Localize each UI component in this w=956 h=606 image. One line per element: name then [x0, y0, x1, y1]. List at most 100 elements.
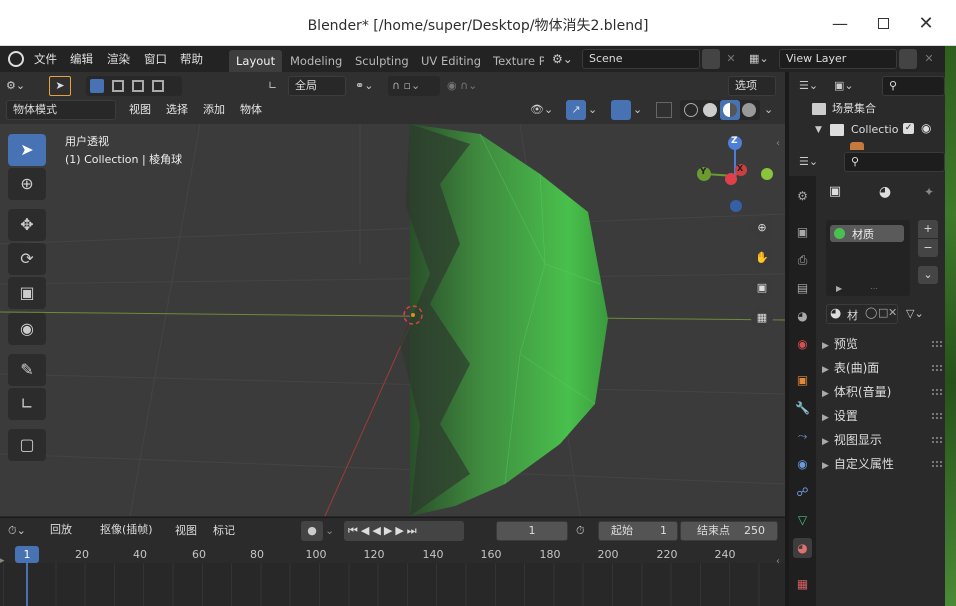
- menu-add[interactable]: 添加: [198, 100, 230, 120]
- scene-icon[interactable]: ⚙⌄: [552, 49, 578, 69]
- collection-checkbox[interactable]: ✓: [903, 123, 914, 134]
- tab-modeling[interactable]: Modeling: [283, 50, 349, 72]
- scene-remove-icon[interactable]: ✕: [722, 49, 740, 69]
- texture-tab-icon[interactable]: ▦: [793, 574, 812, 594]
- cursor-tool-icon[interactable]: ⊕: [8, 168, 46, 200]
- shading-dropdown-icon[interactable]: ⌄: [764, 100, 776, 120]
- maximize-icon[interactable]: [871, 12, 895, 36]
- material-datablock-field[interactable]: ◕ 材 ◯ □ ✕: [826, 304, 898, 324]
- rendered-shading-icon[interactable]: [742, 103, 756, 117]
- collection-visibility-icon[interactable]: ◉: [921, 121, 931, 135]
- zoom-icon[interactable]: ⊕: [751, 217, 773, 239]
- object-mode-dropdown[interactable]: 物体模式: [6, 100, 116, 120]
- play-reverse-icon[interactable]: ◀: [372, 524, 383, 537]
- start-frame-field[interactable]: 起始 1: [598, 521, 678, 541]
- annotate-tool-icon[interactable]: ✎: [8, 354, 46, 386]
- properties-search-input[interactable]: ⚲: [844, 152, 945, 172]
- timeline-view-menu[interactable]: 视图: [175, 521, 197, 541]
- panel-volume[interactable]: ▶ 体积(音量): [822, 381, 944, 403]
- gizmo-toggle-icon[interactable]: ↗: [566, 100, 586, 120]
- transform-orientation-dropdown[interactable]: 全局: [288, 76, 346, 96]
- close-icon[interactable]: ✕: [914, 12, 938, 36]
- timeline-left-arrow-icon[interactable]: ▸: [0, 556, 5, 566]
- gizmo-dropdown-icon[interactable]: ⌄: [588, 100, 600, 120]
- transform-tool-icon[interactable]: ◉: [8, 313, 46, 345]
- move-tool-icon[interactable]: ✥: [8, 209, 46, 241]
- sidebar-toggle-icon[interactable]: ‹: [776, 138, 780, 149]
- properties-editor-icon[interactable]: ☰⌄: [799, 152, 827, 172]
- playback-dropdown[interactable]: 回放: [44, 521, 90, 541]
- 3d-viewport[interactable]: 用户透视 (1) Collection | 棱角球 Z Y X ⊕ ✋ ▣ ▦ …: [0, 124, 785, 516]
- constraints-tab-icon[interactable]: ☍: [793, 482, 812, 502]
- data-tab-icon[interactable]: ▽: [793, 510, 812, 530]
- timeline-body[interactable]: [0, 563, 785, 606]
- fake-user-icon[interactable]: ◯: [865, 306, 877, 319]
- navigation-gizmo[interactable]: Z Y X: [695, 134, 775, 214]
- panel-preview[interactable]: ▶ 预览: [822, 333, 944, 355]
- render-tab-icon[interactable]: ▣: [793, 222, 812, 242]
- menu-view[interactable]: 视图: [124, 100, 156, 120]
- play-icon[interactable]: ▶: [384, 524, 395, 537]
- keying-dropdown[interactable]: 抠像(插帧): [94, 521, 166, 541]
- slot-specials-button[interactable]: ⌄: [918, 266, 938, 284]
- tab-uv-editing[interactable]: UV Editing: [414, 50, 488, 72]
- object-context-icon[interactable]: ▣: [826, 183, 844, 201]
- timeline-editor-icon[interactable]: ⏱⌄: [8, 521, 38, 541]
- panel-surface[interactable]: ▶ 表(曲)面: [822, 357, 944, 379]
- add-slot-button[interactable]: +: [918, 220, 938, 238]
- panel-settings[interactable]: ▶ 设置: [822, 405, 944, 427]
- panel-viewport-display[interactable]: ▶ 视图显示: [822, 429, 944, 451]
- view-layer-icon[interactable]: ▦⌄: [749, 49, 777, 69]
- scale-tool-icon[interactable]: ▣: [8, 277, 46, 309]
- select-box-tool-icon[interactable]: ➤: [8, 134, 46, 166]
- ortho-grid-icon[interactable]: ▦: [751, 307, 773, 329]
- add-cube-tool-icon[interactable]: ▢: [8, 429, 46, 461]
- tab-texture-paint[interactable]: Texture Pa: [486, 50, 544, 72]
- material-slot-item[interactable]: 材质: [830, 225, 904, 242]
- preview-range-icon[interactable]: ⏱: [576, 521, 596, 541]
- jump-end-icon[interactable]: ⏭: [407, 524, 420, 537]
- scene-tab-icon[interactable]: ◕: [793, 306, 812, 326]
- material-shading-icon[interactable]: [720, 100, 740, 120]
- menu-object[interactable]: 物体: [235, 100, 267, 120]
- menu-file[interactable]: 文件: [34, 46, 57, 72]
- timeline-marker-menu[interactable]: 标记: [213, 521, 235, 541]
- outliner-editor-icon[interactable]: ☰⌄: [799, 76, 827, 96]
- physics-tab-icon[interactable]: ◉: [793, 454, 812, 474]
- display-mode-icon[interactable]: ▣⌄: [834, 76, 864, 96]
- select-subtract-icon[interactable]: [132, 80, 144, 92]
- record-dropdown-icon[interactable]: ⌄: [325, 521, 337, 541]
- jump-start-icon[interactable]: ⏮: [348, 524, 361, 537]
- menu-help[interactable]: 帮助: [180, 46, 203, 72]
- panel-custom-properties[interactable]: ▶ 自定义属性: [822, 453, 944, 475]
- xray-icon[interactable]: [656, 102, 672, 118]
- tab-sculpting[interactable]: Sculpting: [348, 50, 416, 72]
- overlay-toggle-icon[interactable]: [611, 100, 631, 120]
- view-layer-field[interactable]: View Layer: [779, 49, 897, 69]
- pan-hand-icon[interactable]: ✋: [751, 247, 773, 269]
- menu-render[interactable]: 渲染: [107, 46, 130, 72]
- slot-expand-icon[interactable]: ▶: [836, 284, 842, 293]
- timeline-right-arrow-icon[interactable]: ‹: [776, 556, 780, 567]
- end-frame-field[interactable]: 结束点 250: [680, 521, 778, 541]
- shading-mode-group[interactable]: [680, 100, 760, 120]
- menu-window[interactable]: 窗口: [144, 46, 167, 72]
- modifier-tab-icon[interactable]: 🔧: [793, 398, 812, 418]
- material-context-icon[interactable]: ◕: [876, 183, 894, 201]
- visibility-eye-icon[interactable]: 👁⌄: [530, 100, 562, 120]
- object-tab-icon[interactable]: ▣: [793, 370, 812, 390]
- particles-tab-icon[interactable]: ⤳: [793, 426, 812, 446]
- snap-icon[interactable]: ∩ ▫⌄: [388, 76, 440, 96]
- material-browse-icon[interactable]: ◕: [830, 306, 841, 321]
- unlink-material-icon[interactable]: ✕: [888, 306, 897, 319]
- outliner-search-input[interactable]: ⚲: [882, 76, 945, 96]
- scene-copy-icon[interactable]: [702, 49, 720, 69]
- scene-name-field[interactable]: Scene: [582, 49, 700, 69]
- material-tab-icon[interactable]: ◕: [793, 538, 812, 558]
- overlay-dropdown-icon[interactable]: ⌄: [633, 100, 645, 120]
- playhead-indicator[interactable]: 1: [15, 546, 39, 563]
- menu-edit[interactable]: 编辑: [70, 46, 93, 72]
- solid-shading-icon[interactable]: [703, 103, 717, 117]
- editor-type-icon[interactable]: ⚙⌄: [6, 76, 38, 96]
- rotate-tool-icon[interactable]: ⟳: [8, 243, 46, 275]
